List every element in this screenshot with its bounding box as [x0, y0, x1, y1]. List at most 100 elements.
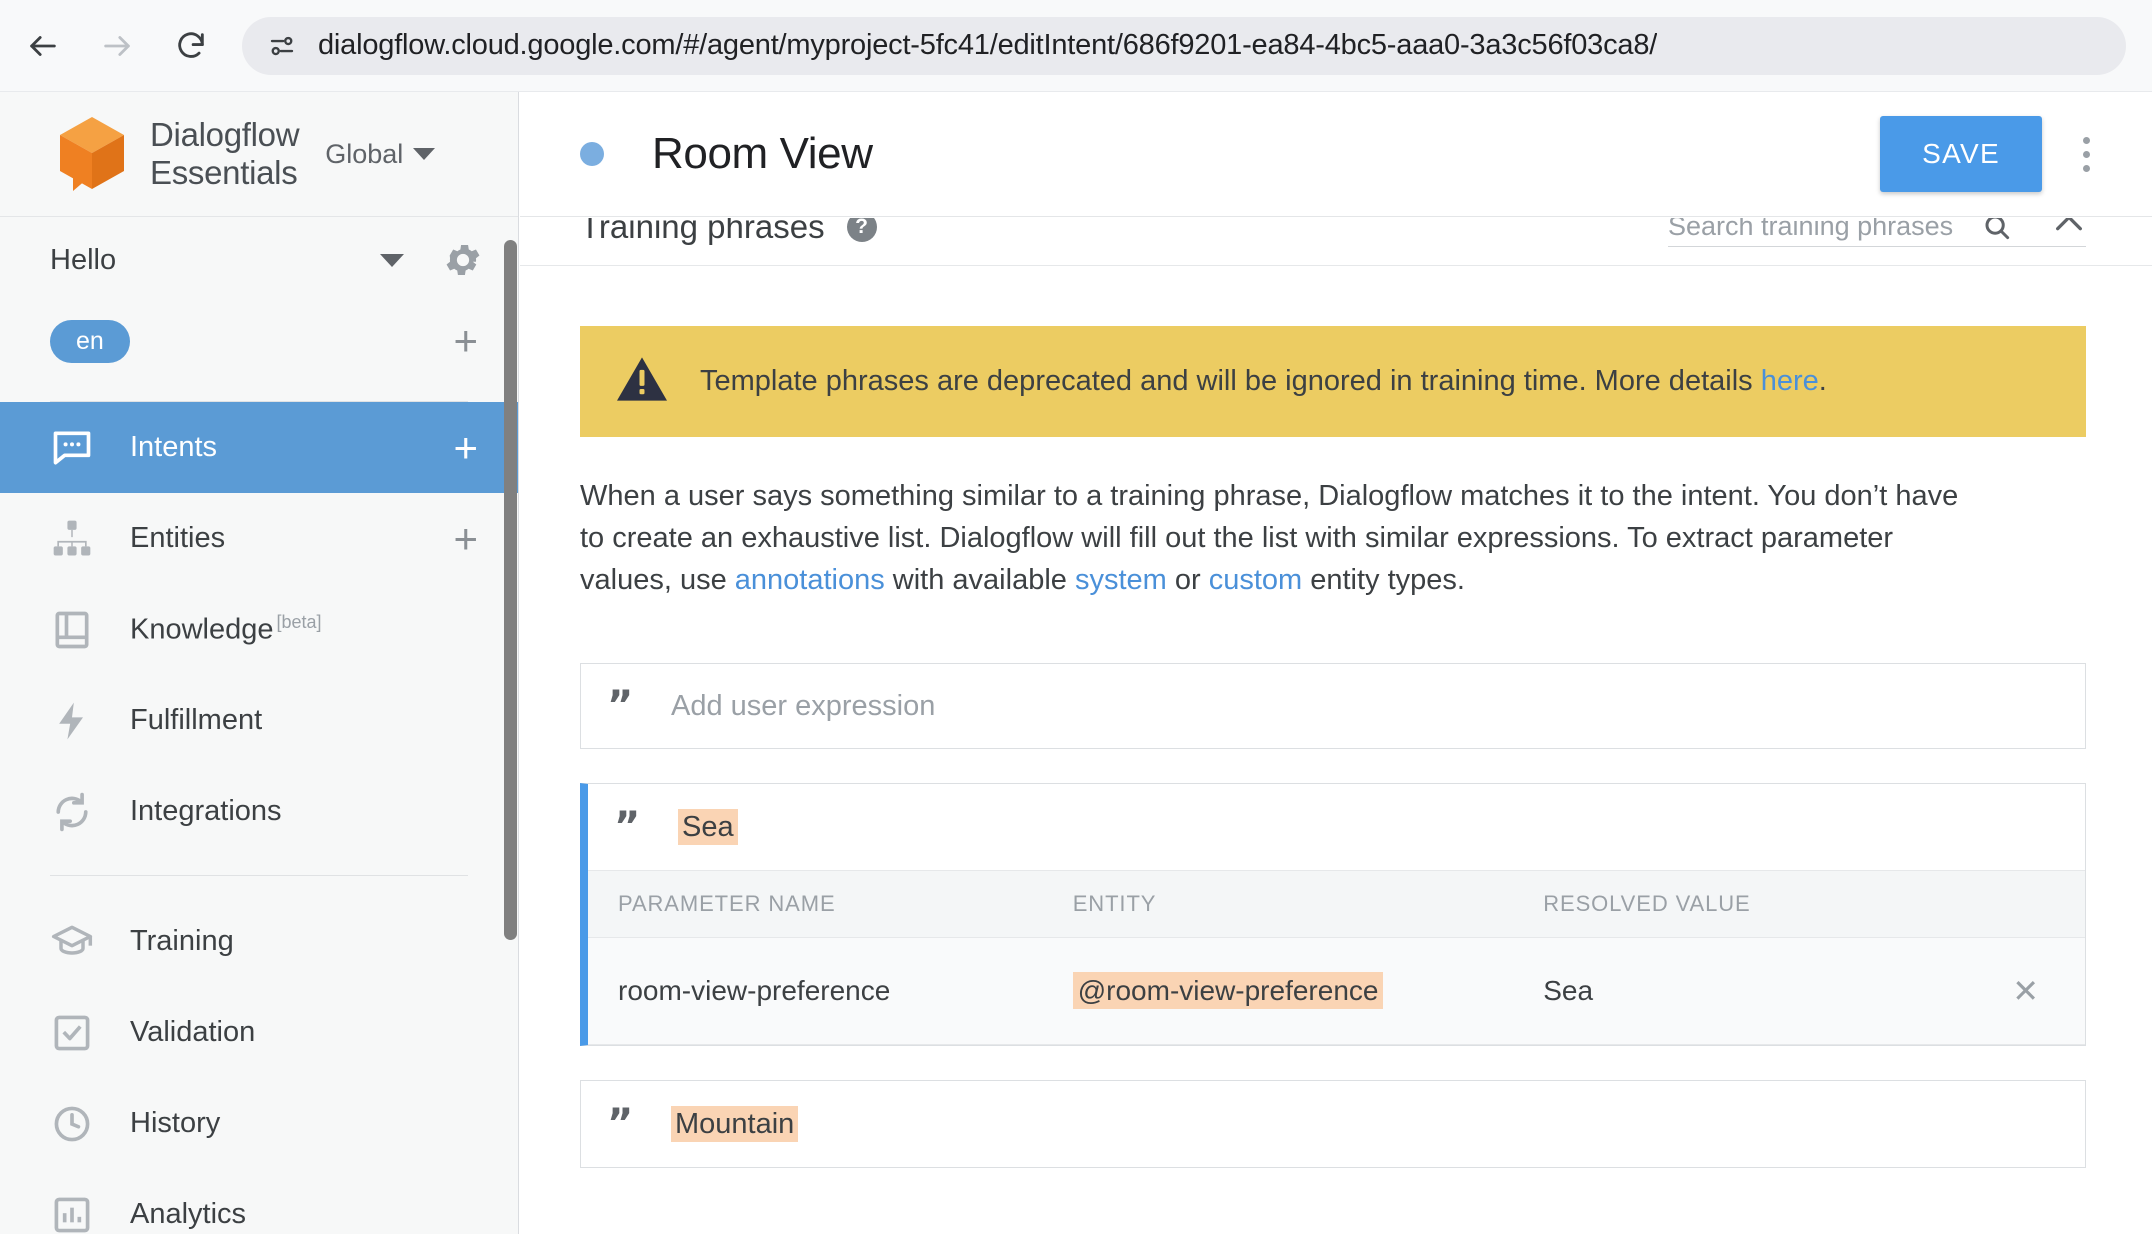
training-phrases-body: Template phrases are deprecated and will…: [520, 266, 2152, 1168]
sidebar-item-label: Validation: [130, 1016, 255, 1049]
divider: [50, 875, 468, 876]
book-icon: [50, 608, 98, 652]
sidebar-item-analytics[interactable]: Analytics: [0, 1169, 518, 1234]
hierarchy-icon: [50, 517, 98, 561]
parameter-table: PARAMETER NAME ENTITY RESOLVED VALUE roo…: [588, 870, 2085, 1045]
description-part-2: with available: [885, 564, 1075, 596]
intent-status-dot: [580, 142, 604, 166]
gear-icon[interactable]: [442, 239, 484, 281]
beta-badge: [beta]: [277, 612, 322, 632]
save-button[interactable]: SAVE: [1880, 116, 2042, 192]
sidebar-item-text: Knowledge: [130, 614, 274, 646]
quote-icon: ”: [607, 1104, 645, 1144]
description-part-3: or: [1167, 564, 1209, 596]
training-phrase-block: ” Mountain: [580, 1080, 2086, 1168]
chevron-down-icon: [413, 148, 435, 160]
add-language-button[interactable]: +: [453, 320, 484, 362]
column-header-actions: [1971, 871, 2085, 938]
forward-button[interactable]: [86, 15, 148, 77]
sidebar-item-fulfillment[interactable]: Fulfillment: [0, 675, 518, 766]
add-user-expression-input[interactable]: ” Add user expression: [580, 663, 2086, 749]
brand-line-2: Essentials: [150, 154, 299, 192]
reload-icon: [174, 29, 208, 63]
agent-name-label: Hello: [50, 244, 380, 277]
table-row: room-view-preference @room-view-preferen…: [588, 938, 2085, 1045]
site-settings-icon[interactable]: [264, 28, 300, 64]
sidebar-item-label: Entities: [130, 522, 225, 555]
sidebar-item-label: History: [130, 1107, 220, 1140]
chevron-up-icon[interactable]: [2052, 218, 2086, 242]
arrow-left-icon: [26, 29, 60, 63]
menu-dot: [2083, 137, 2090, 144]
training-phrase-text: Mountain: [671, 1108, 798, 1141]
close-icon[interactable]: ✕: [2012, 973, 2039, 1009]
sidebar-item-training[interactable]: Training: [0, 896, 518, 987]
training-phrase-text: Sea: [678, 811, 738, 844]
search-input[interactable]: [1668, 218, 1968, 242]
table-header-row: PARAMETER NAME ENTITY RESOLVED VALUE: [588, 871, 2085, 938]
description-part-4: entity types.: [1302, 564, 1465, 596]
search-training-phrases[interactable]: [1668, 218, 2086, 247]
entity-chip[interactable]: @room-view-preference: [1073, 972, 1384, 1009]
banner-text-before: Template phrases are deprecated and will…: [700, 365, 1761, 397]
sidebar-item-label: Fulfillment: [130, 704, 262, 737]
training-phrase-block: ” Sea PARAMETER NAME ENTITY RESOLVED VAL…: [580, 783, 2086, 1046]
search-icon[interactable]: [1982, 218, 2012, 242]
analytics-icon: [50, 1193, 98, 1234]
bolt-icon: [50, 699, 98, 743]
annotated-span[interactable]: Sea: [678, 809, 738, 845]
training-phrase-row[interactable]: ” Mountain: [581, 1081, 2085, 1167]
arrow-right-icon: [100, 29, 134, 63]
clock-icon: [50, 1102, 98, 1146]
language-row: en +: [0, 303, 518, 379]
back-button[interactable]: [12, 15, 74, 77]
chat-bubble-icon: [50, 426, 98, 470]
region-selector[interactable]: Global: [325, 139, 435, 170]
sidebar: Dialogflow Essentials Global Hello en +: [0, 92, 519, 1234]
sidebar-item-knowledge[interactable]: Knowledge[beta]: [0, 584, 518, 675]
training-phrase-row[interactable]: ” Sea: [588, 784, 2085, 870]
region-label: Global: [325, 139, 403, 170]
add-expression-placeholder: Add user expression: [671, 690, 935, 723]
banner-text: Template phrases are deprecated and will…: [700, 365, 1827, 398]
browser-toolbar: dialogflow.cloud.google.com/#/agent/mypr…: [0, 0, 2152, 92]
menu-dot: [2083, 165, 2090, 172]
sidebar-item-validation[interactable]: Validation: [0, 987, 518, 1078]
sidebar-item-history[interactable]: History: [0, 1078, 518, 1169]
deprecation-warning-banner: Template phrases are deprecated and will…: [580, 326, 2086, 437]
page-title: Room View: [652, 129, 873, 179]
custom-entity-link[interactable]: custom: [1209, 564, 1302, 596]
cell-entity[interactable]: @room-view-preference: [1073, 938, 1543, 1045]
chevron-down-icon[interactable]: [380, 254, 404, 267]
cell-parameter-name[interactable]: room-view-preference: [588, 938, 1073, 1045]
sidebar-item-label: Integrations: [130, 795, 282, 828]
sidebar-scrollbar[interactable]: [504, 240, 517, 940]
sidebar-item-integrations[interactable]: Integrations: [0, 766, 518, 857]
cell-actions: ✕: [1971, 938, 2085, 1045]
intent-header: Room View SAVE: [520, 92, 2152, 217]
more-vert-icon[interactable]: [2076, 131, 2096, 178]
sidebar-item-label: Analytics: [130, 1198, 246, 1231]
annotated-span[interactable]: Mountain: [671, 1106, 798, 1142]
quote-icon: ”: [607, 686, 645, 726]
reload-button[interactable]: [160, 15, 222, 77]
section-title: Training phrases: [580, 218, 825, 246]
dialogflow-logo-icon: [56, 115, 128, 193]
add-entity-button[interactable]: +: [453, 518, 484, 560]
banner-text-after: .: [1819, 365, 1827, 397]
sidebar-item-entities[interactable]: Entities +: [0, 493, 518, 584]
content-scroll-area: Training phrases ?: [520, 218, 2152, 1234]
sidebar-item-intents[interactable]: Intents +: [0, 402, 518, 493]
checkbox-icon: [50, 1011, 98, 1055]
agent-selector[interactable]: Hello: [0, 217, 518, 303]
address-bar[interactable]: dialogflow.cloud.google.com/#/agent/mypr…: [242, 17, 2126, 75]
menu-dot: [2083, 151, 2090, 158]
language-chip-en[interactable]: en: [50, 320, 130, 363]
system-entity-link[interactable]: system: [1075, 564, 1167, 596]
annotations-link[interactable]: annotations: [735, 564, 885, 596]
banner-here-link[interactable]: here: [1761, 365, 1819, 397]
add-intent-button[interactable]: +: [453, 427, 484, 469]
training-phrases-header: Training phrases ?: [520, 218, 2152, 266]
help-icon[interactable]: ?: [847, 218, 877, 242]
quote-icon: ”: [614, 807, 652, 847]
